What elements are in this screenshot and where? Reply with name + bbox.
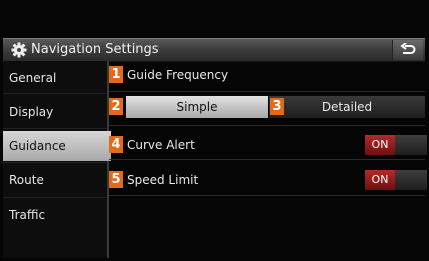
detailed-option-label: Detailed: [321, 100, 373, 114]
sidebar-item-label: Guidance: [9, 139, 66, 153]
guide-frequency-label: Guide Frequency: [127, 68, 229, 82]
detailed-option-button[interactable]: Detailed: [269, 96, 425, 118]
sidebar-divider: [3, 128, 107, 129]
back-arrow-icon: [400, 43, 416, 54]
callout-number: 2: [109, 98, 123, 115]
sidebar-item-label: Route: [9, 173, 44, 187]
simple-option-button[interactable]: Simple: [126, 96, 268, 118]
callout-number: 3: [270, 98, 284, 115]
sidebar-divider: [3, 197, 107, 198]
row-divider: [109, 195, 425, 196]
sidebar-item-display[interactable]: Display: [3, 97, 107, 127]
row-divider: [109, 125, 425, 126]
sidebar-divider: [3, 162, 107, 163]
sidebar-item-label: General: [9, 71, 57, 85]
sidebar-divider: [3, 93, 107, 94]
title-bar: Navigation Settings: [3, 38, 425, 62]
callout-number: 1: [109, 66, 123, 83]
sidebar-item-traffic[interactable]: Traffic: [3, 200, 107, 230]
speed-limit-label: Speed Limit: [127, 173, 199, 187]
page-title: Navigation Settings: [31, 42, 159, 57]
row-divider: [109, 159, 425, 160]
sidebar-item-label: Traffic: [9, 208, 46, 222]
guidance-settings-panel: 1 Guide Frequency Simple Detailed 2 3 4 …: [109, 61, 427, 258]
toggle-state: ON: [365, 135, 395, 155]
curve-alert-label: Curve Alert: [127, 138, 195, 152]
simple-option-label: Simple: [176, 100, 218, 114]
callout-number: 5: [109, 171, 123, 188]
settings-sidebar: General Display Guidance Route Traffic: [3, 61, 111, 258]
gear-icon: [11, 42, 27, 58]
curve-alert-toggle[interactable]: ON: [365, 135, 427, 155]
row-divider: [109, 91, 425, 92]
callout-number: 4: [109, 136, 123, 153]
navigation-settings-screen: Navigation Settings General Display Guid…: [0, 0, 429, 261]
speed-limit-toggle[interactable]: ON: [365, 170, 427, 190]
sidebar-item-route[interactable]: Route: [3, 165, 107, 195]
sidebar-item-label: Display: [9, 105, 54, 119]
back-button[interactable]: [392, 40, 423, 60]
sidebar-item-guidance[interactable]: Guidance: [3, 131, 111, 161]
sidebar-item-general[interactable]: General: [3, 63, 107, 93]
toggle-state: ON: [365, 170, 395, 190]
